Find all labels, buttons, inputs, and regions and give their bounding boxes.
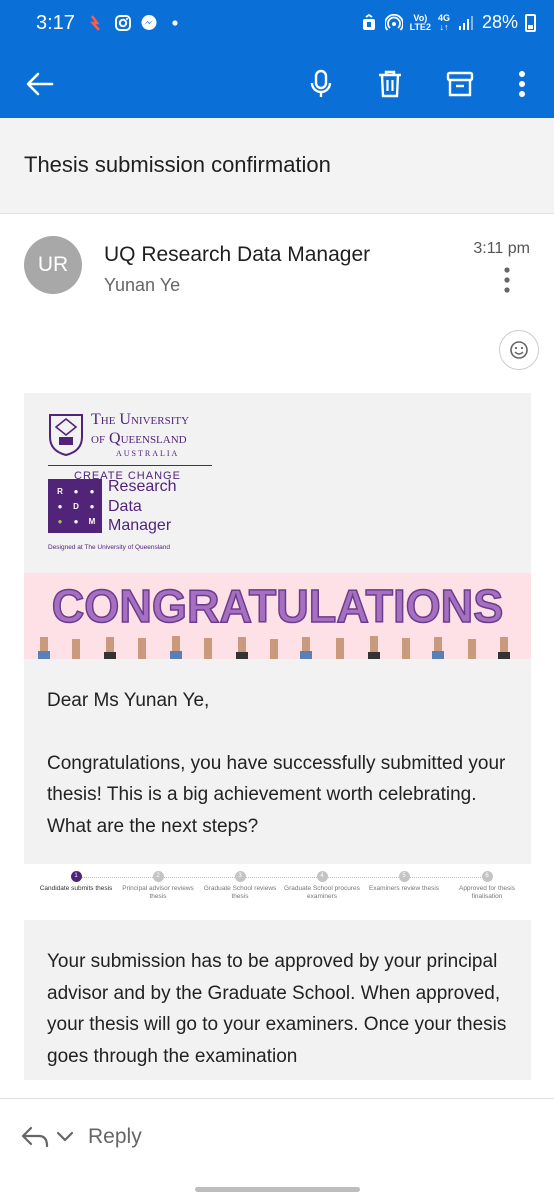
- reply-button[interactable]: Reply: [20, 1125, 142, 1149]
- uq-crest-icon: [49, 414, 83, 457]
- reply-arrow-icon: [21, 1126, 49, 1148]
- step-4: 4 Graduate School procures examiners: [284, 871, 360, 900]
- chevron-down-icon[interactable]: [56, 1131, 74, 1143]
- voice-button[interactable]: [297, 60, 345, 108]
- signal-icon: [458, 15, 473, 30]
- archive-button[interactable]: [436, 60, 484, 108]
- uq-wordmark: The University of Queensland: [91, 411, 190, 447]
- reply-label: Reply: [88, 1125, 142, 1148]
- banner-text: CONGRATULATIONS: [51, 579, 504, 633]
- email-body: The University of Queensland AUSTRALIA C…: [24, 393, 531, 1080]
- messenger-icon: [141, 15, 157, 30]
- dot-icon: [172, 20, 178, 26]
- network-type: 4G ↓↑: [437, 12, 450, 32]
- progress-stepper: 1 Candidate submits thesis 2 Principal adv…: [24, 864, 531, 920]
- step-3: 3 Graduate School reviews thesis: [203, 871, 277, 900]
- status-time: 3:17: [36, 12, 75, 34]
- email-next-steps-block: Your submission has to be approved by yo…: [24, 920, 531, 1080]
- divider: [48, 465, 212, 466]
- hands-illustration: [38, 636, 510, 659]
- more-vert-icon: [519, 71, 525, 97]
- arrow-left-icon: [26, 72, 54, 96]
- email-timestamp: 3:11 pm: [473, 240, 530, 257]
- smiley-icon: [510, 341, 528, 359]
- hotspot-icon: [384, 13, 403, 31]
- message-more-icon[interactable]: [498, 266, 516, 294]
- step-2: 2 Principal advisor reviews thesis: [122, 871, 194, 900]
- congratulations-banner: CONGRATULATIONS: [24, 573, 531, 659]
- step-5: 5 Examiners review thesis: [368, 871, 440, 892]
- battery-icon: [525, 13, 536, 32]
- uq-country: AUSTRALIA: [116, 449, 180, 458]
- gesture-handle[interactable]: [195, 1187, 360, 1192]
- step-6: 6 Approved for thesis finalisation: [458, 871, 515, 900]
- instagram-icon: [115, 15, 131, 31]
- bottom-action-bar: Reply: [0, 1098, 554, 1200]
- sender-name[interactable]: UQ Research Data Manager: [104, 243, 370, 267]
- status-notification-icons: [88, 14, 184, 32]
- app-bar: [0, 50, 554, 118]
- back-button[interactable]: [16, 60, 64, 108]
- status-system-icons: Vo) LTE2 4G ↓↑ 28%: [360, 12, 536, 33]
- email-header-logos: The University of Queensland AUSTRALIA C…: [24, 393, 531, 573]
- recipient-name[interactable]: Yunan Ye: [104, 275, 180, 296]
- delete-button[interactable]: [366, 60, 414, 108]
- trash-icon: [379, 70, 401, 98]
- email-intro-block: Dear Ms Yunan Ye, Congratulations, you h…: [24, 659, 531, 864]
- email-next-steps-paragraph: Your submission has to be approved by yo…: [47, 951, 507, 1067]
- status-bar: 3:17 Vo) LTE2 4G ↓↑ 28%: [0, 0, 554, 50]
- missed-call-icon: [90, 15, 100, 31]
- alarm-icon: [362, 13, 375, 30]
- archive-icon: [446, 71, 474, 97]
- react-button[interactable]: [499, 330, 539, 370]
- overflow-menu-button[interactable]: [498, 60, 546, 108]
- volte-indicator: Vo) LTE2: [409, 12, 431, 32]
- rdm-wordmark: Research Data Manager: [108, 478, 177, 534]
- microphone-icon: [310, 69, 332, 97]
- step-1: 1 Candidate submits thesis: [39, 871, 113, 892]
- rdm-logo: R ● ● ● D ● ● ● M: [48, 479, 102, 533]
- battery-percent: 28%: [481, 12, 518, 32]
- subject-bar: Thesis submission confirmation: [0, 118, 554, 214]
- email-intro-paragraph: Congratulations, you have successfully s…: [47, 752, 506, 837]
- email-subject: Thesis submission confirmation: [24, 152, 331, 177]
- rdm-credit: Designed at The University of Queensland: [48, 544, 171, 551]
- email-greeting: Dear Ms Yunan Ye,: [47, 690, 210, 711]
- avatar[interactable]: UR: [24, 236, 82, 294]
